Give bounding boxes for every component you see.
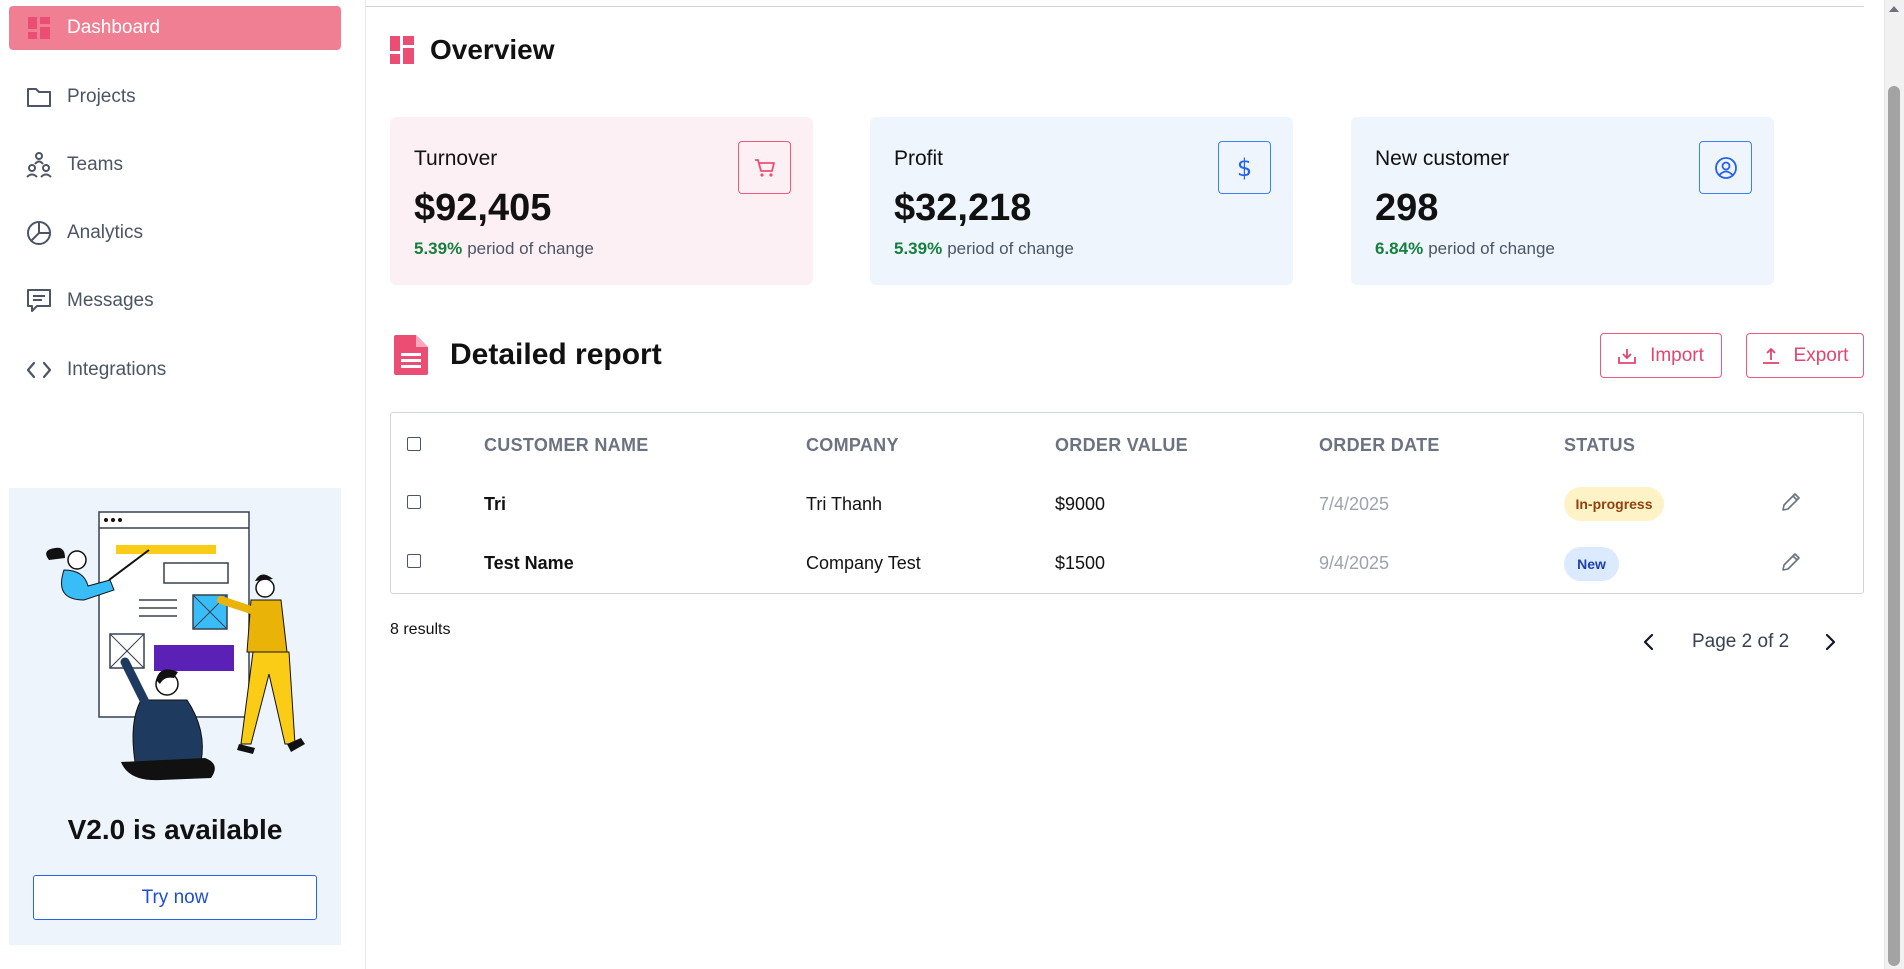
page-indicator: Page 2 of 2 bbox=[1692, 631, 1790, 652]
results-count: 8 results bbox=[390, 621, 451, 638]
import-icon bbox=[1618, 347, 1636, 365]
chevron-right-icon bbox=[1825, 633, 1836, 651]
card-change-pct: 5.39% bbox=[894, 239, 943, 258]
row-checkbox[interactable] bbox=[407, 495, 421, 509]
card-change-text: period of change bbox=[947, 239, 1074, 258]
scrollbar-thumb[interactable] bbox=[1888, 86, 1900, 966]
cart-icon[interactable] bbox=[738, 141, 791, 194]
sidebar-item-label: Messages bbox=[67, 290, 154, 311]
sidebar-item-label: Integrations bbox=[67, 359, 167, 380]
dashboard-icon bbox=[25, 14, 53, 42]
teams-icon bbox=[25, 151, 53, 179]
card-value: $92,405 bbox=[414, 187, 552, 229]
order-value: $1500 bbox=[1055, 553, 1106, 573]
dollar-icon[interactable]: $ bbox=[1218, 141, 1271, 194]
card-label: Profit bbox=[894, 147, 944, 170]
customer-name: Tri bbox=[484, 494, 507, 514]
page-title: Overview bbox=[430, 34, 555, 65]
edit-icon[interactable] bbox=[1780, 491, 1802, 518]
report-table: CUSTOMER NAME COMPANY ORDER VALUE ORDER … bbox=[390, 412, 1864, 594]
import-label: Import bbox=[1650, 344, 1704, 366]
code-icon bbox=[25, 356, 53, 384]
sidebar-item-integrations[interactable]: Integrations bbox=[9, 348, 341, 392]
export-icon bbox=[1762, 347, 1780, 365]
status-badge: In-progress bbox=[1564, 487, 1664, 521]
pie-chart-icon bbox=[25, 219, 53, 247]
upgrade-promo: V2.0 is available Try now bbox=[9, 488, 341, 945]
export-label: Export bbox=[1793, 344, 1849, 366]
sidebar-item-teams[interactable]: Teams bbox=[9, 143, 341, 187]
row-checkbox[interactable] bbox=[407, 554, 421, 568]
message-icon bbox=[25, 287, 53, 315]
promo-title: V2.0 is available bbox=[67, 814, 283, 845]
export-button[interactable]: Export bbox=[1746, 333, 1864, 378]
sidebar-item-label: Teams bbox=[67, 154, 123, 175]
card-label: New customer bbox=[1375, 147, 1510, 170]
column-header[interactable]: COMPANY bbox=[806, 435, 899, 456]
card-change: 5.39% period of change bbox=[414, 239, 594, 259]
document-icon bbox=[394, 335, 428, 375]
column-header[interactable]: CUSTOMER NAME bbox=[484, 435, 649, 456]
scroll-up-arrow[interactable] bbox=[1889, 6, 1899, 12]
status-badge: New bbox=[1564, 547, 1619, 581]
card-value: $32,218 bbox=[894, 187, 1032, 229]
card-change-text: period of change bbox=[467, 239, 594, 258]
turnover-card: Turnover $92,405 5.39% period of change bbox=[390, 117, 813, 285]
overview-heading: Overview bbox=[390, 34, 555, 66]
report-title: Detailed report bbox=[450, 338, 662, 371]
card-label: Turnover bbox=[414, 147, 498, 170]
chevron-left-icon bbox=[1643, 633, 1654, 651]
sidebar-item-dashboard[interactable]: Dashboard bbox=[9, 6, 341, 50]
sidebar-item-label: Analytics bbox=[67, 222, 144, 243]
sidebar: Dashboard Projects Teams Analytics Messa… bbox=[0, 0, 366, 969]
column-header[interactable]: ORDER DATE bbox=[1319, 435, 1440, 456]
card-value: 298 bbox=[1375, 187, 1439, 229]
profit-card: Profit $32,218 5.39% period of change $ bbox=[870, 117, 1293, 285]
folder-icon bbox=[25, 83, 53, 111]
try-now-button[interactable]: Try now bbox=[33, 875, 317, 920]
column-header[interactable]: ORDER VALUE bbox=[1055, 435, 1188, 456]
company: Tri Thanh bbox=[806, 494, 883, 514]
sidebar-item-label: Projects bbox=[67, 86, 136, 107]
import-button[interactable]: Import bbox=[1600, 333, 1722, 378]
vertical-scrollbar[interactable] bbox=[1884, 0, 1904, 969]
order-date: 7/4/2025 bbox=[1319, 494, 1390, 514]
select-all-checkbox[interactable] bbox=[407, 437, 421, 451]
card-change-pct: 6.84% bbox=[1375, 239, 1424, 258]
card-change-pct: 5.39% bbox=[414, 239, 463, 258]
prev-page-button[interactable] bbox=[1639, 632, 1659, 657]
card-change-text: period of change bbox=[1428, 239, 1555, 258]
column-header[interactable]: STATUS bbox=[1564, 435, 1635, 456]
next-page-button[interactable] bbox=[1820, 632, 1840, 657]
promo-illustration bbox=[46, 511, 305, 781]
customer-name: Test Name bbox=[484, 553, 574, 573]
edit-icon[interactable] bbox=[1780, 551, 1802, 578]
header-divider bbox=[366, 6, 1864, 7]
user-circle-icon[interactable] bbox=[1699, 141, 1752, 194]
sidebar-item-analytics[interactable]: Analytics bbox=[9, 211, 341, 255]
sidebar-item-projects[interactable]: Projects bbox=[9, 75, 341, 119]
report-heading: Detailed report bbox=[394, 335, 662, 375]
order-date: 9/4/2025 bbox=[1319, 553, 1390, 573]
company: Company Test bbox=[806, 553, 921, 573]
card-change: 6.84% period of change bbox=[1375, 239, 1555, 259]
sidebar-item-messages[interactable]: Messages bbox=[9, 279, 341, 323]
card-change: 5.39% period of change bbox=[894, 239, 1074, 259]
sidebar-item-label: Dashboard bbox=[67, 17, 160, 38]
new-customer-card: New customer 298 6.84% period of change bbox=[1351, 117, 1774, 285]
overview-icon bbox=[390, 36, 414, 64]
order-value: $9000 bbox=[1055, 494, 1106, 514]
